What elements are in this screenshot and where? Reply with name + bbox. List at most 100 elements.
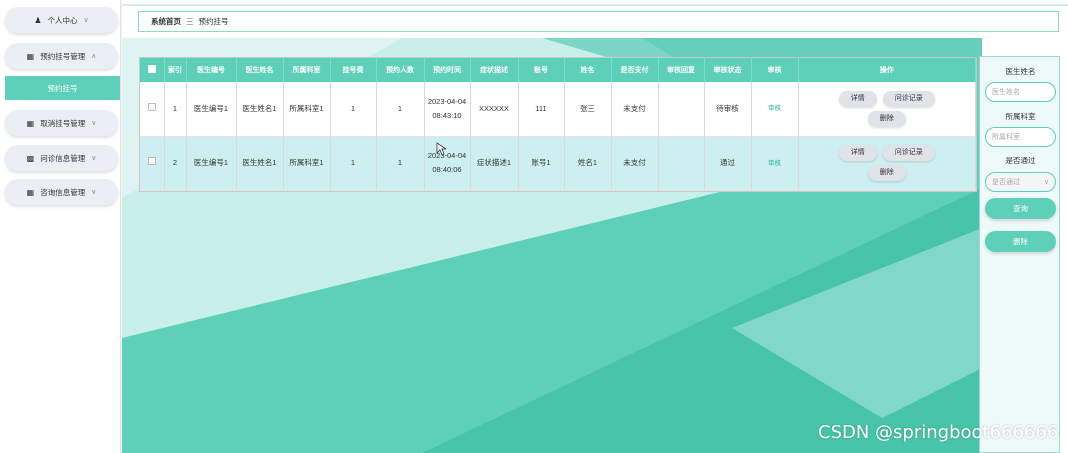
cell-symptom: XXXXXX [470,82,519,137]
sidebar-subitem-label: 预约挂号 [47,83,78,93]
cell-doctor-no: 医生编号1 [186,82,237,137]
user-icon: ♟ [34,15,42,25]
query-button[interactable]: 查询 [985,198,1056,219]
column-header: 操作 [798,58,976,82]
dept-input[interactable]: 所属科室 [985,127,1056,147]
table-row: 2 医生编号1 医生姓名1 所属科室1 1 1 2023-04-04 08:40… [140,136,976,191]
search-panel: 医生姓名 医生姓名 所属科室 所属科室 是否通过 是否通过 ∨ 查询 删除 [979,56,1060,453]
chevron-up-icon: ∧ [91,53,97,60]
cell-actions: 详情 问诊记录 删除 [798,82,976,137]
column-header: 是否支付 [611,58,659,82]
column-header: 医生姓名 [236,58,284,82]
column-header: 审核状态 [704,58,752,82]
mouse-cursor-icon [436,142,446,156]
select-all-checkbox[interactable] [147,65,156,73]
row-select-cell[interactable] [140,136,165,191]
chevron-down-icon: ∨ [83,17,89,24]
chevron-down-icon: ∨ [1043,179,1049,186]
table-row: 1 医生编号1 医生姓名1 所属科室1 1 1 2023-04-04 08:43… [140,82,976,137]
detail-button[interactable]: 详情 [838,90,877,107]
row-select-cell[interactable] [140,82,165,137]
cell-account: 账号1 [518,136,565,191]
sidebar-item-appointment-management[interactable]: ▦ 预约挂号管理 ∧ [5,43,118,69]
chevron-down-icon: ∨ [91,189,97,196]
dept-placeholder: 所属科室 [992,134,1020,141]
sidebar: ♟ 个人中心 ∨ ▦ 预约挂号管理 ∧ 预约挂号 ▦ 取消挂号管理 ∨ ▩ 问诊… [0,0,121,453]
dept-label: 所属科室 [1005,112,1036,121]
cell-reply [658,136,705,191]
delete-row-button[interactable]: 删除 [867,110,906,127]
delete-row-button[interactable]: 删除 [867,165,906,181]
breadcrumb-current: 预约挂号 [198,17,229,26]
sidebar-item-inquiry-management[interactable]: ▦ 咨询信息管理 ∨ [5,179,118,205]
row-checkbox[interactable] [147,157,156,165]
sidebar-item-consultation-management[interactable]: ▩ 问诊信息管理 ∨ [5,145,118,171]
cell-reply [658,82,705,137]
column-header: 审核回复 [658,58,705,82]
watermark: CSDN @springboot666666 [818,422,1059,443]
row-checkbox[interactable] [147,102,156,111]
doctor-name-label: 医生姓名 [1005,67,1036,76]
column-header: 审核 [751,58,799,82]
passed-placeholder: 是否通过 [992,179,1020,186]
sidebar-item-label: 咨询信息管理 [40,187,86,197]
breadcrumb-home[interactable]: 系统首页 [151,16,181,27]
cell-count: 1 [376,82,425,137]
sidebar-item-label: 预约挂号管理 [40,51,86,61]
column-header: 医生编号 [186,58,237,82]
column-header: 预约人数 [376,58,425,82]
cell-dept: 所属科室1 [283,82,331,137]
column-header: 预约时间 [424,58,471,82]
cell-paid: 未支付 [611,82,659,137]
sidebar-item-label: 个人中心 [47,15,78,25]
cell-actions: 详情 问诊记录 删除 [798,136,976,191]
top-divider [122,4,1068,6]
audit-link[interactable]: 审核 [768,105,781,112]
grid-icon: ▦ [26,51,35,61]
sidebar-subitem-appointment[interactable]: 预约挂号 [5,76,120,100]
sidebar-item-cancel-management[interactable]: ▦ 取消挂号管理 ∨ [5,110,118,136]
cell-doctor-name: 医生姓名1 [236,136,284,191]
doctor-name-input[interactable]: 医生姓名 [985,82,1056,102]
cell-index: 2 [164,136,187,191]
cell-time: 2023-04-04 08:40:06 [424,136,471,191]
cell-symptom: 症状描述1 [470,136,519,191]
column-header: 账号 [518,58,565,82]
consult-record-button[interactable]: 问诊记录 [882,145,935,161]
chevron-down-icon: ∨ [91,155,97,162]
sidebar-item-personal-center[interactable]: ♟ 个人中心 ∨ [5,7,118,33]
column-header: 索引 [164,58,187,82]
grid-icon: ▦ [26,187,35,197]
cell-time: 2023-04-04 08:43:10 [424,82,471,137]
cell-status: 通过 [704,136,752,191]
cell-doctor-no: 医生编号1 [186,136,237,191]
cell-fee: 1 [330,82,377,137]
grid-icon: ▦ [26,118,35,128]
column-header: 所属科室 [283,58,331,82]
select-all-header[interactable] [140,58,165,82]
cell-name: 姓名1 [564,136,612,191]
passed-select[interactable]: 是否通过 ∨ [985,172,1056,192]
table-header-row: 索引 医生编号 医生姓名 所属科室 挂号费 预约人数 预约时间 症状描述 账号 … [140,58,976,82]
doctor-name-placeholder: 医生姓名 [992,89,1020,96]
audit-link[interactable]: 审核 [768,160,781,167]
chevron-down-icon: ∨ [91,120,97,127]
cell-audit: 审核 [751,136,799,191]
cell-dept: 所属科室1 [283,136,331,191]
breadcrumb: 系统首页 三 预约挂号 [138,11,1059,32]
cell-index: 1 [164,82,187,137]
column-header: 症状描述 [470,58,519,82]
batch-delete-button[interactable]: 删除 [985,231,1056,252]
cell-status: 待审核 [704,82,752,137]
column-header: 挂号费 [330,58,377,82]
cell-audit: 审核 [751,82,799,137]
cell-doctor-name: 医生姓名1 [236,82,284,137]
consult-record-button[interactable]: 问诊记录 [882,90,935,107]
column-header: 姓名 [564,58,612,82]
cell-fee: 1 [330,136,377,191]
cell-account: 111 [518,82,565,137]
detail-button[interactable]: 详情 [838,145,877,161]
sidebar-item-label: 问诊信息管理 [40,153,86,163]
cell-count: 1 [376,136,425,191]
sidebar-item-label: 取消挂号管理 [40,118,86,128]
